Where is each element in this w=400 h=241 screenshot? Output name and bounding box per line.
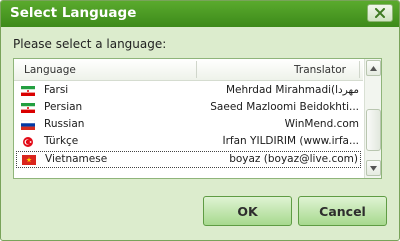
ok-button[interactable]: OK [203,196,292,226]
translator-name: Saeed Mazloomi Beidokhti... [210,101,359,113]
translator-name: WinMend.com [284,118,359,130]
language-name: Türkçe [44,135,79,147]
dialog-title: Select Language [10,5,137,21]
list-item-persian[interactable]: Persian Saeed Mazloomi Beidokhti... [16,100,361,117]
chevron-down-icon [370,165,377,171]
scroll-down-button[interactable] [366,160,381,176]
language-name: Vietnamese [45,153,108,165]
column-divider[interactable] [196,61,197,78]
chevron-up-icon [370,65,377,71]
title-bar[interactable]: Select Language [1,1,399,27]
language-list[interactable]: Language Translator Farsi Mehrdad Mirahm… [13,58,382,179]
iran-flag-icon [21,103,35,113]
translator-name: İrfan YILDIRIM (www.irfa... [222,135,359,147]
language-name: Farsi [44,84,69,96]
close-button[interactable] [367,4,393,22]
column-header-translator[interactable]: Translator [294,64,346,76]
select-language-dialog: Select Language Please select a language… [0,0,400,241]
vietnam-flag-icon [22,155,36,165]
scroll-up-button[interactable] [366,60,381,76]
list-item-russian[interactable]: Russian WinMend.com [16,117,361,134]
cancel-button[interactable]: Cancel [298,196,387,226]
list-item-turkce[interactable]: Türkçe İrfan YILDIRIM (www.irfa... [16,134,361,151]
translator-name: Mehrdad Mirahmadi(مهردا [226,84,359,96]
scroll-thumb[interactable] [366,109,381,151]
russia-flag-icon [21,120,35,130]
language-name: Russian [44,118,85,130]
column-divider[interactable] [359,61,360,78]
list-rows: Farsi Mehrdad Mirahmadi(مهردا Persian Sa… [16,83,361,168]
column-header-language[interactable]: Language [24,64,76,76]
list-header: Language Translator [14,59,363,81]
language-name: Persian [44,101,83,113]
translator-name: boyaz (boyaz@live.com) [229,153,358,165]
list-item-farsi[interactable]: Farsi Mehrdad Mirahmadi(مهردا [16,83,361,100]
close-icon [375,8,385,18]
prompt-label: Please select a language: [13,37,167,51]
turkey-flag-icon [23,137,33,147]
vertical-scrollbar[interactable] [364,59,381,178]
iran-flag-icon [21,86,35,96]
list-item-vietnamese[interactable]: Vietnamese boyaz (boyaz@live.com) [16,151,361,168]
